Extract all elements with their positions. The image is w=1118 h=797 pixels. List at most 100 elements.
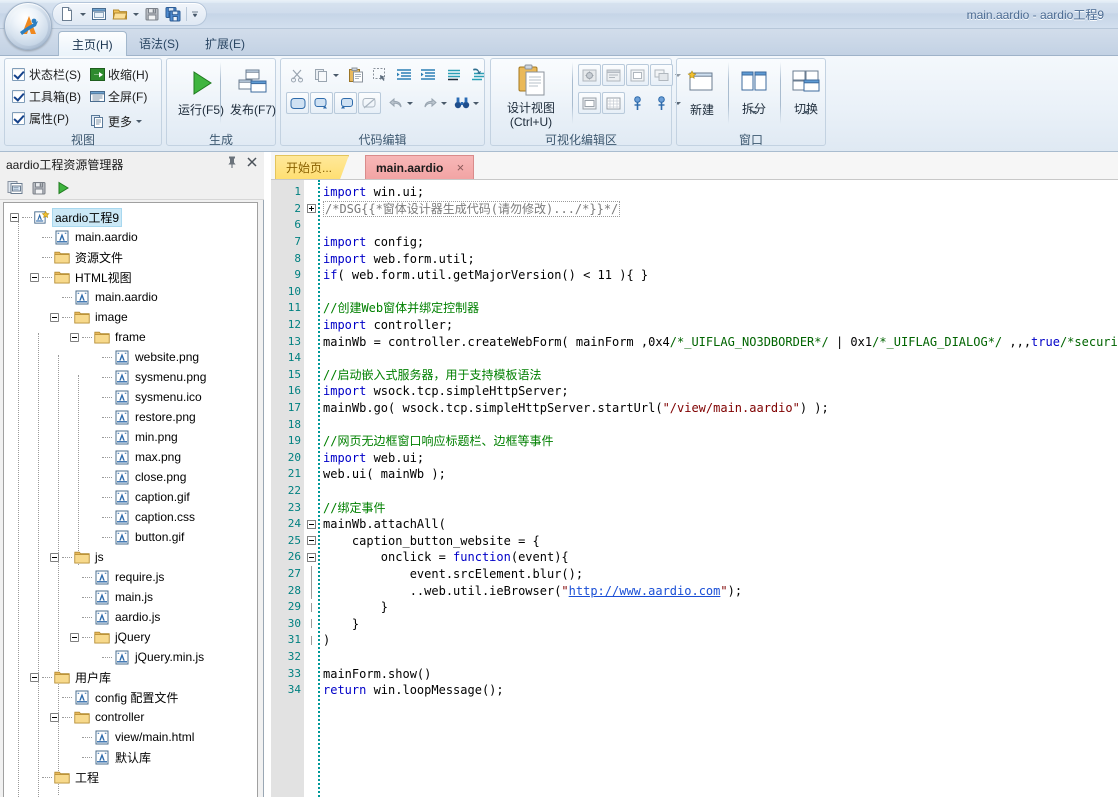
checkbox-statusbar[interactable]: 状态栏(S) bbox=[12, 66, 81, 83]
tree-node[interactable]: 用户库 bbox=[4, 667, 257, 687]
code-line[interactable]: 29 } bbox=[271, 599, 1118, 616]
undo-dropdown-caret-icon[interactable] bbox=[404, 92, 416, 114]
editor-tab-main-aardio[interactable]: main.aardio × bbox=[365, 155, 475, 179]
tree-collapse-icon[interactable] bbox=[70, 632, 79, 642]
form-code-button[interactable] bbox=[602, 64, 625, 86]
indent-decrease-button[interactable] bbox=[392, 64, 415, 86]
action-more[interactable]: 更多 bbox=[89, 110, 146, 132]
remove-block-button[interactable] bbox=[358, 92, 381, 114]
form-align-button[interactable] bbox=[578, 92, 601, 114]
code-line[interactable]: 19 //网页无边框窗口响应标题栏、边框等事件 bbox=[271, 433, 1118, 450]
tree-node[interactable]: aardio.js bbox=[4, 607, 257, 627]
tree-node[interactable]: 资源文件 bbox=[4, 247, 257, 267]
customize-caret-icon[interactable] bbox=[190, 4, 200, 24]
code-line[interactable]: 24 mainWb.attachAll( bbox=[271, 516, 1118, 533]
insert-prev-button[interactable] bbox=[334, 92, 357, 114]
insert-block-button[interactable] bbox=[286, 92, 309, 114]
tree-node[interactable]: main.aardio bbox=[4, 287, 257, 307]
code-line[interactable]: 34 return win.loopMessage(); bbox=[271, 682, 1118, 699]
new-window-button[interactable]: 新建 bbox=[678, 60, 726, 128]
code-line[interactable]: 26 onclick = function(event){ bbox=[271, 549, 1118, 566]
code-line[interactable]: 11 //创建Web窗体并绑定控制器 bbox=[271, 300, 1118, 317]
tree-node[interactable]: 工程 bbox=[4, 767, 257, 787]
paste-button[interactable] bbox=[344, 64, 367, 86]
fold-end-marker[interactable] bbox=[304, 635, 318, 645]
form-layers-button[interactable] bbox=[650, 64, 673, 86]
tree-node[interactable]: close.png bbox=[4, 467, 257, 487]
tree-node[interactable]: jQuery bbox=[4, 627, 257, 647]
tree-node[interactable]: caption.gif bbox=[4, 487, 257, 507]
switch-window-button[interactable]: 切换 bbox=[782, 60, 830, 128]
find-dropdown-caret-icon[interactable] bbox=[470, 92, 482, 114]
tree-node[interactable]: main.aardio bbox=[4, 227, 257, 247]
tree-node[interactable]: main.js bbox=[4, 587, 257, 607]
pin-icon[interactable] bbox=[226, 155, 238, 169]
code-line[interactable]: 15 //启动嵌入式服务器，用于支持模板语法 bbox=[271, 367, 1118, 384]
code-line[interactable]: 23 //绑定事件 bbox=[271, 499, 1118, 516]
checkbox-toolbox[interactable]: 工具箱(B) bbox=[12, 88, 81, 105]
form-properties-button[interactable] bbox=[578, 64, 601, 86]
action-collapse[interactable]: 收缩(H) bbox=[89, 66, 149, 83]
insert-next-button[interactable] bbox=[310, 92, 333, 114]
fold-guide-bar[interactable] bbox=[304, 565, 318, 583]
redo-dropdown-caret-icon[interactable] bbox=[438, 92, 450, 114]
form-anchor-2-button[interactable] bbox=[650, 92, 673, 114]
code-line[interactable]: 31) bbox=[271, 632, 1118, 649]
tree-node[interactable]: jQuery.min.js bbox=[4, 647, 257, 667]
tree-node[interactable]: config 配置文件 bbox=[4, 687, 257, 707]
new-document-dropdown-caret-icon[interactable] bbox=[78, 4, 88, 24]
new-item-icon[interactable] bbox=[5, 178, 25, 198]
application-menu-orb-button[interactable] bbox=[4, 2, 52, 50]
tree-collapse-icon[interactable] bbox=[70, 332, 79, 342]
tree-collapse-icon[interactable] bbox=[50, 552, 59, 562]
new-document-icon[interactable] bbox=[57, 4, 77, 24]
checkbox-properties[interactable]: 属性(P) bbox=[12, 110, 69, 127]
code-line[interactable]: 7 import config; bbox=[271, 234, 1118, 251]
code-line[interactable]: 6 bbox=[271, 217, 1118, 234]
fold-guide-bar[interactable] bbox=[304, 582, 318, 600]
code-line[interactable]: 12 import controller; bbox=[271, 317, 1118, 334]
fold-collapse-icon[interactable] bbox=[304, 536, 318, 546]
close-icon[interactable] bbox=[246, 156, 258, 168]
tree-node[interactable]: HTML视图 bbox=[4, 267, 257, 287]
switch-dropdown-caret-icon[interactable] bbox=[803, 111, 809, 128]
fold-expand-icon[interactable] bbox=[304, 204, 318, 214]
fold-collapse-icon[interactable] bbox=[304, 519, 318, 529]
code-line[interactable]: 32 bbox=[271, 649, 1118, 666]
open-folder-icon[interactable] bbox=[110, 4, 130, 24]
editor-tab-start-page[interactable]: 开始页... bbox=[275, 155, 350, 179]
tree-node[interactable]: caption.css bbox=[4, 507, 257, 527]
split-dropdown-caret-icon[interactable] bbox=[751, 111, 757, 128]
code-line[interactable]: 1 import win.ui; bbox=[271, 184, 1118, 201]
code-line[interactable]: 16 import wsock.tcp.simpleHttpServer; bbox=[271, 383, 1118, 400]
more-dropdown-caret-icon[interactable] bbox=[132, 110, 146, 132]
properties-checkbox-box[interactable] bbox=[12, 112, 25, 125]
code-line[interactable]: 13 mainWb = controller.createWebForm( mai… bbox=[271, 333, 1118, 350]
tree-collapse-icon[interactable] bbox=[10, 212, 19, 222]
save-disk-icon[interactable] bbox=[29, 178, 49, 198]
tree-node[interactable]: frame bbox=[4, 327, 257, 347]
code-line[interactable]: 9 if( web.form.util.getMajorVersion() < 1… bbox=[271, 267, 1118, 284]
code-line[interactable]: 22 bbox=[271, 483, 1118, 500]
comment-lines-button[interactable] bbox=[442, 64, 465, 86]
ribbon-tab-home[interactable]: 主页(H) bbox=[58, 31, 127, 56]
fold-end-marker[interactable] bbox=[304, 602, 318, 612]
action-fullscreen[interactable]: 全屏(F) bbox=[89, 88, 147, 105]
code-editor[interactable]: 1 import win.ui; 2 /*DSG{{*窗体设计器生成代码(请勿修改).… bbox=[271, 179, 1118, 797]
code-line[interactable]: 25 caption_button_website = { bbox=[271, 533, 1118, 550]
tree-node[interactable]: controller bbox=[4, 707, 257, 727]
statusbar-checkbox-box[interactable] bbox=[12, 68, 25, 81]
tree-node[interactable]: aardio工程9 bbox=[4, 207, 257, 227]
tree-collapse-icon[interactable] bbox=[50, 312, 59, 322]
copy-dropdown-caret-icon[interactable] bbox=[330, 64, 342, 86]
tree-node[interactable]: js bbox=[4, 547, 257, 567]
ribbon-tab-extension[interactable]: 扩展(E) bbox=[192, 31, 258, 56]
ribbon-tab-syntax[interactable]: 语法(S) bbox=[126, 31, 192, 56]
code-line[interactable]: 8 import web.form.util; bbox=[271, 250, 1118, 267]
code-line[interactable]: 20 import web.ui; bbox=[271, 450, 1118, 467]
tree-collapse-icon[interactable] bbox=[30, 672, 39, 682]
form-grid-button[interactable] bbox=[602, 92, 625, 114]
tree-collapse-icon[interactable] bbox=[30, 272, 39, 282]
code-line[interactable]: 18 bbox=[271, 416, 1118, 433]
code-line[interactable]: 14 bbox=[271, 350, 1118, 367]
